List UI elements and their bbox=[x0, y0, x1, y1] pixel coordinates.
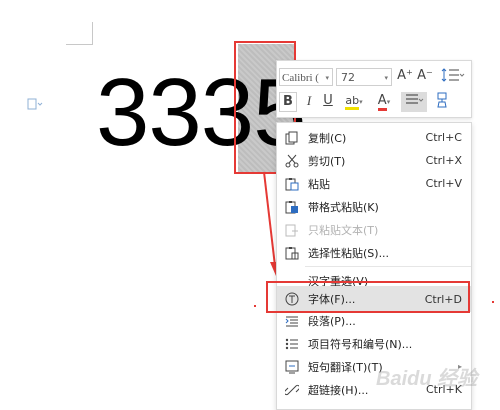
shrink-font-button[interactable]: A⁻ bbox=[417, 67, 433, 87]
menu-item-cut[interactable]: 剪切(T) Ctrl+X bbox=[277, 149, 471, 172]
scissors-icon bbox=[284, 153, 300, 169]
annotation-arrow bbox=[263, 171, 278, 276]
font-item-highlight-box bbox=[266, 281, 470, 313]
translate-icon bbox=[284, 359, 300, 375]
align-button[interactable] bbox=[401, 92, 427, 112]
menu-item-copy[interactable]: 复制(C) Ctrl+C bbox=[277, 126, 471, 149]
bold-button[interactable]: B bbox=[279, 92, 297, 112]
menu-item-label: 段落(P)... bbox=[308, 314, 356, 328]
highlight-label: ab bbox=[345, 94, 360, 110]
align-justify-icon bbox=[406, 94, 424, 104]
menu-item-paste-keep-format[interactable]: 带格式粘贴(K) bbox=[277, 195, 471, 218]
annotation-dot bbox=[492, 301, 494, 303]
menu-item-label: 项目符号和编号(N)... bbox=[308, 337, 413, 351]
paste-icon bbox=[284, 176, 300, 192]
menu-item-label: 只粘贴文本(T) bbox=[308, 223, 379, 237]
watermark: Baidu 经验 bbox=[376, 368, 478, 390]
menu-item-shortcut: Ctrl+V bbox=[425, 177, 462, 190]
paragraph-icon bbox=[284, 313, 300, 329]
chevron-down-icon: ▾ bbox=[384, 74, 388, 82]
line-spacing-button[interactable] bbox=[439, 67, 467, 87]
font-color-button[interactable]: A▾ bbox=[371, 92, 397, 112]
menu-separator bbox=[305, 266, 471, 267]
page-corner-mark bbox=[66, 22, 93, 45]
paste-special-icon bbox=[284, 245, 300, 261]
menu-item-bullets-numbering[interactable]: 项目符号和编号(N)... bbox=[277, 332, 471, 355]
line-spacing-icon bbox=[441, 68, 465, 82]
grow-font-button[interactable]: A⁺ bbox=[397, 67, 413, 87]
copy-icon bbox=[284, 130, 300, 146]
annotation-dot bbox=[254, 305, 256, 307]
menu-item-label: 选择性粘贴(S)... bbox=[308, 246, 390, 260]
menu-item-label: 粘贴 bbox=[308, 177, 330, 191]
link-icon bbox=[284, 382, 300, 398]
menu-item-shortcut: Ctrl+C bbox=[425, 131, 462, 144]
bullets-icon bbox=[284, 336, 300, 352]
font-name-select[interactable]: Calibri ( ▾ bbox=[279, 68, 333, 86]
floating-format-toolbar: Calibri ( ▾ 72 ▾ A⁺ A⁻ B I U ab▾ A▾ bbox=[276, 60, 472, 118]
font-color-label: A bbox=[377, 93, 387, 111]
menu-item-paste-text-only[interactable]: 只粘贴文本(T) bbox=[277, 218, 471, 241]
menu-item-paste-special[interactable]: 选择性粘贴(S)... bbox=[277, 241, 471, 264]
chevron-down-icon: ▾ bbox=[325, 74, 329, 82]
menu-item-label: 复制(C) bbox=[308, 131, 347, 145]
paste-format-icon bbox=[284, 199, 300, 215]
menu-item-label: 带格式粘贴(K) bbox=[308, 200, 379, 214]
format-painter-button[interactable] bbox=[432, 92, 452, 112]
format-painter-icon bbox=[437, 92, 447, 108]
underline-button[interactable]: U bbox=[320, 92, 336, 112]
page-icon[interactable] bbox=[27, 98, 43, 113]
font-size-value: 72 bbox=[341, 71, 355, 84]
font-name-value: Calibri ( bbox=[282, 72, 319, 84]
font-size-select[interactable]: 72 ▾ bbox=[336, 68, 392, 86]
paste-text-icon bbox=[284, 222, 300, 238]
highlight-button[interactable]: ab▾ bbox=[341, 92, 367, 112]
menu-item-label: 剪切(T) bbox=[308, 154, 346, 168]
italic-button[interactable]: I bbox=[301, 92, 317, 112]
menu-item-paste[interactable]: 粘贴 Ctrl+V bbox=[277, 172, 471, 195]
menu-item-shortcut: Ctrl+X bbox=[425, 154, 462, 167]
